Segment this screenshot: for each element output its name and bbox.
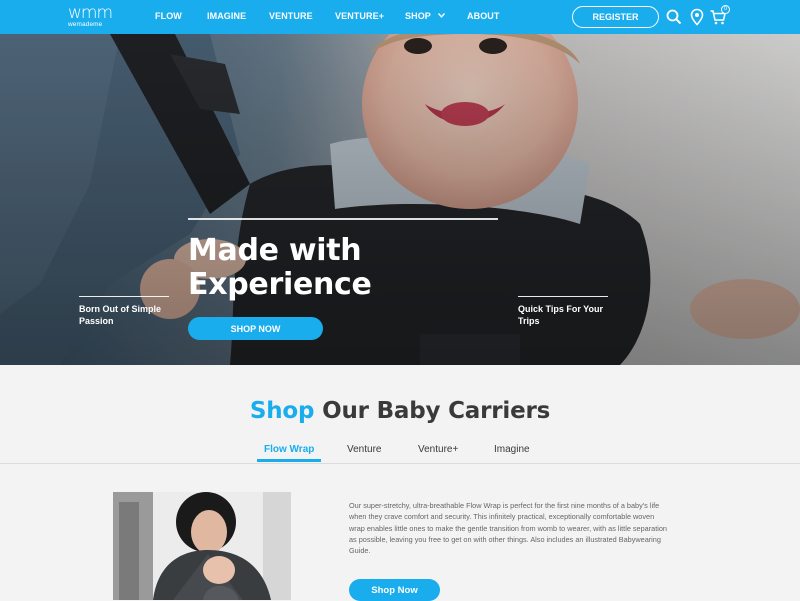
product-image <box>113 492 291 600</box>
nav-item-shop[interactable]: SHOP <box>405 11 446 21</box>
left-caption[interactable]: Born Out of Simple Passion <box>79 303 161 327</box>
hero-divider-line <box>188 218 498 220</box>
nav-item-imagine[interactable]: IMAGINE <box>207 11 246 21</box>
product-shop-now-button[interactable]: Shop Now <box>349 579 440 601</box>
product-photo <box>113 492 291 600</box>
hero-title-line1: Made with <box>188 233 362 268</box>
shop-carriers-section: Shop Our Baby Carriers Flow Wrap Venture… <box>0 365 800 601</box>
left-caption-line2: Passion <box>79 316 114 326</box>
hero-shop-now-button[interactable]: SHOP NOW <box>188 317 323 340</box>
right-caption-line <box>518 296 608 297</box>
section-title: Shop Our Baby Carriers <box>0 398 800 424</box>
active-tab-indicator <box>257 459 321 462</box>
tab-imagine[interactable]: Imagine <box>494 444 530 455</box>
logo-mark-end: m <box>96 3 113 23</box>
register-button[interactable]: REGISTER <box>572 6 659 28</box>
hero-title-line2: Experience <box>188 267 372 302</box>
nav-item-about[interactable]: ABOUT <box>467 11 500 21</box>
product-description: Our super-stretchy, ultra-breathable Flo… <box>349 501 667 556</box>
left-caption-line1: Born Out of Simple <box>79 304 161 314</box>
section-title-accent: Shop <box>249 398 315 424</box>
top-nav: wmm wemademe FLOW IMAGINE VENTURE VENTUR… <box>0 0 800 34</box>
nav-item-venture[interactable]: VENTURE <box>269 11 313 21</box>
right-caption-line1: Quick Tips For Your <box>518 304 604 314</box>
product-tabs: Flow Wrap Venture Venture+ Imagine <box>0 442 800 464</box>
brand-logo[interactable]: wmm wemademe <box>68 3 113 30</box>
chevron-down-icon <box>438 13 446 18</box>
location-pin-icon[interactable] <box>688 8 706 26</box>
hero-banner: Made with Experience Born Out of Simple … <box>0 34 800 365</box>
section-title-rest: Our Baby Carriers <box>314 398 551 424</box>
right-caption[interactable]: Quick Tips For Your Trips <box>518 303 603 327</box>
hero-title: Made with Experience <box>188 234 372 302</box>
search-icon[interactable] <box>665 8 683 26</box>
cart-count-badge: 0 <box>721 5 730 14</box>
tab-flow-wrap[interactable]: Flow Wrap <box>264 444 314 455</box>
tab-venture-plus[interactable]: Venture+ <box>418 444 458 455</box>
nav-item-flow[interactable]: FLOW <box>155 11 182 21</box>
logo-mark: wm <box>68 3 97 23</box>
left-caption-line <box>79 296 169 297</box>
right-caption-line2: Trips <box>518 316 540 326</box>
nav-item-shop-label: SHOP <box>405 11 431 21</box>
nav-item-venture-plus[interactable]: VENTURE+ <box>335 11 384 21</box>
tab-venture[interactable]: Venture <box>347 444 381 455</box>
